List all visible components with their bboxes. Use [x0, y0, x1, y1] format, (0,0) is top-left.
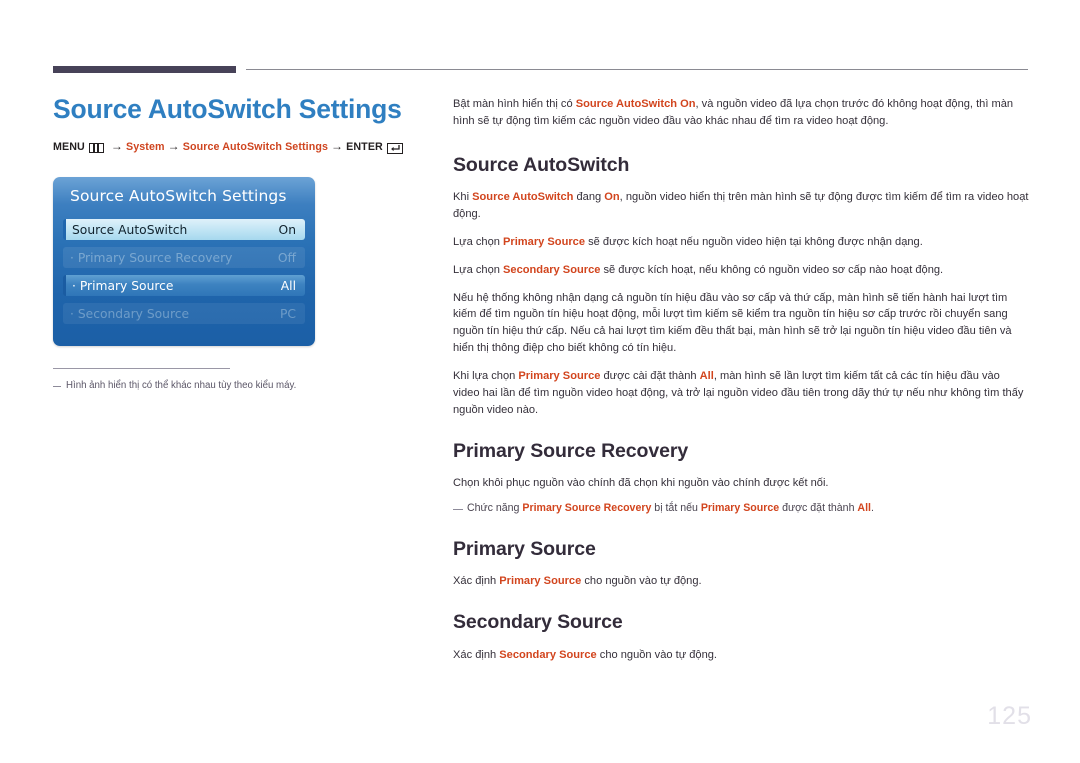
breadcrumb-arrow-2: → [167, 139, 180, 154]
osd-row-label: · Primary Source Recovery [70, 250, 233, 265]
breadcrumb-enter-label: ENTER [346, 141, 383, 154]
text-run: được cài đặt thành [600, 370, 700, 383]
keyword: On [604, 191, 620, 204]
section-note: Chức năng Primary Source Recovery bị tắt… [453, 501, 1029, 517]
footnote-text: Hình ảnh hiển thị có thể khác nhau tùy t… [66, 380, 297, 391]
text-run: Bật màn hình hiển thị có [453, 98, 576, 110]
keyword: Primary Source Recovery [522, 501, 652, 514]
osd-row-value: Off [277, 250, 296, 265]
osd-row-source-autoswitch[interactable]: Source AutoSwitch On [63, 219, 305, 240]
paragraph: Lựa chọn Secondary Source sẽ được kích h… [453, 262, 1029, 279]
section-heading-primary-source-recovery: Primary Source Recovery [453, 439, 689, 462]
header-rule-line [246, 69, 1028, 70]
breadcrumb-arrow-1: → [110, 139, 123, 154]
keyword: Secondary Source [503, 263, 601, 276]
footnote-dash-icon [53, 386, 61, 387]
osd-row-value: On [278, 222, 296, 237]
section-heading-primary-source: Primary Source [453, 537, 596, 560]
osd-row-primary-source[interactable]: · Primary Source All [63, 275, 305, 296]
text-run: cho nguồn vào tự động. [596, 648, 717, 661]
enter-return-icon [386, 142, 403, 154]
breadcrumb: MENU → System → Source AutoSwitch Settin… [53, 139, 423, 154]
text-run: Lựa chọn [453, 263, 503, 276]
osd-row-primary-source-recovery[interactable]: · Primary Source Recovery Off [63, 247, 305, 268]
note-text: Chức năng Primary Source Recovery bị tắt… [467, 501, 874, 517]
text-run: Xác định [453, 648, 500, 661]
text-run: bị tắt nếu [651, 501, 701, 514]
keyword: All [699, 370, 714, 383]
keyword: Primary Source [700, 501, 780, 514]
page-number: 125 [987, 702, 1032, 730]
header-rule-accent [53, 66, 236, 73]
intro-paragraph: Bật màn hình hiển thị có Source AutoSwit… [453, 96, 1029, 130]
header-rule [53, 66, 1028, 74]
keyword: All [857, 501, 871, 514]
keyword: Primary Source [503, 235, 586, 248]
keyword: Source AutoSwitch [472, 191, 574, 204]
osd-row-value: All [280, 278, 296, 293]
section-heading-source-autoswitch: Source AutoSwitch [453, 153, 630, 176]
paragraph: Khi Source AutoSwitch đang On, nguồn vid… [453, 189, 1029, 223]
main-content: Bật màn hình hiển thị có Source AutoSwit… [453, 96, 1029, 674]
osd-row-label: · Primary Source [72, 278, 174, 293]
text-run: Chức năng [467, 501, 523, 514]
osd-row-label: Source AutoSwitch [72, 222, 188, 237]
text-run: Xác định [453, 575, 500, 588]
left-footnote: Hình ảnh hiển thị có thể khác nhau tùy t… [53, 368, 383, 393]
paragraph: Xác định Primary Source cho nguồn vào tự… [453, 573, 1029, 590]
menu-grid-icon [88, 143, 104, 154]
paragraph: Chọn khôi phục nguồn vào chính đã chọn k… [453, 477, 829, 490]
breadcrumb-arrow-3: → [331, 139, 344, 154]
keyword: Primary Source [518, 370, 601, 383]
text-run: sẽ được kích hoạt, nếu không có nguồn vi… [600, 263, 944, 276]
text-run: Lựa chọn [453, 235, 503, 248]
page-title: Source AutoSwitch Settings [53, 94, 402, 124]
left-column: Source AutoSwitch Settings MENU → System… [53, 94, 423, 154]
paragraph: Xác định Secondary Source cho nguồn vào … [453, 647, 1029, 664]
note-dash-icon [453, 508, 463, 510]
breadcrumb-item-source-autoswitch-settings[interactable]: Source AutoSwitch Settings [183, 141, 328, 153]
keyword: Secondary Source [499, 648, 597, 661]
keyword: Primary Source [499, 575, 582, 588]
breadcrumb-item-system[interactable]: System [126, 141, 165, 153]
text-run: được đặt thành [779, 501, 858, 514]
osd-row-label: · Secondary Source [70, 306, 190, 321]
section-heading-secondary-source: Secondary Source [453, 611, 623, 634]
text-run: Khi lựa chọn [453, 370, 519, 383]
osd-title: Source AutoSwitch Settings [70, 187, 287, 205]
text-run: đang [573, 191, 605, 204]
osd-menu-screenshot: Source AutoSwitch Settings Source AutoSw… [53, 177, 315, 346]
osd-row-secondary-source[interactable]: · Secondary Source PC [63, 303, 305, 324]
paragraph: Khi lựa chọn Primary Source được cài đặt… [453, 368, 1029, 419]
footnote-line: Hình ảnh hiển thị có thể khác nhau tùy t… [53, 379, 383, 393]
text-run: cho nguồn vào tự động. [581, 575, 702, 588]
text-run: sẽ được kích hoạt nếu nguồn video hiện t… [585, 235, 923, 248]
paragraph: Nếu hệ thống không nhận dạng cả nguồn tí… [453, 291, 1012, 355]
paragraph: Lựa chọn Primary Source sẽ được kích hoạ… [453, 234, 1029, 251]
osd-row-value: PC [279, 306, 296, 321]
keyword: Source AutoSwitch On [575, 98, 696, 110]
text-run: Khi [453, 191, 473, 204]
footnote-divider [53, 368, 230, 369]
text-run: . [870, 501, 874, 514]
breadcrumb-menu-label: MENU [53, 141, 85, 154]
